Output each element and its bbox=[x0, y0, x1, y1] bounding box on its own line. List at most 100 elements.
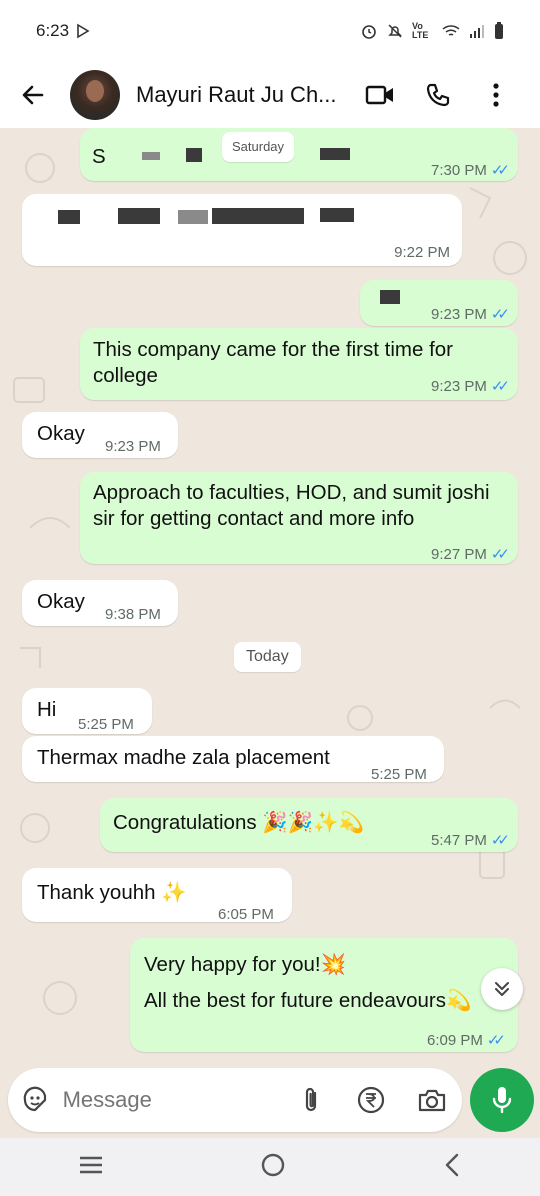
video-call-icon bbox=[365, 85, 393, 105]
redacted-block bbox=[142, 152, 160, 160]
date-pill-today: Today bbox=[234, 642, 301, 672]
message-bubble-incoming[interactable]: Thank youhh ✨ 6:05 PM bbox=[22, 868, 292, 923]
message-text: Okay bbox=[37, 590, 85, 613]
arrow-left-icon bbox=[22, 85, 44, 105]
home-button[interactable] bbox=[260, 1152, 286, 1183]
message-composer bbox=[8, 1068, 462, 1132]
camera-icon bbox=[418, 1089, 445, 1112]
message-time: 9:23 PM bbox=[430, 306, 487, 323]
read-ticks-icon: ✓✓ bbox=[490, 832, 510, 849]
redacted-block bbox=[178, 210, 208, 224]
redacted-block bbox=[320, 148, 350, 160]
message-time: 5:47 PM bbox=[430, 832, 487, 849]
status-time: 6:23 bbox=[36, 21, 70, 40]
message-time: 9:23 PM bbox=[430, 378, 487, 395]
message-meta: 6:05 PM bbox=[218, 902, 274, 928]
message-bubble-outgoing[interactable]: Approach to faculties, HOD, and sumit jo… bbox=[80, 472, 518, 564]
message-bubble-outgoing[interactable]: Congratulations 🎉🎉✨💫 5:47 PM ✓✓ bbox=[100, 798, 518, 852]
nav-back-button[interactable] bbox=[442, 1152, 462, 1183]
video-call-button[interactable] bbox=[351, 62, 409, 128]
message-text: Thermax madhe zala placement bbox=[37, 746, 330, 769]
message-meta: 9:23 PM ✓✓ bbox=[430, 302, 510, 328]
message-bubble-incoming[interactable]: Thermax madhe zala placement 5:25 PM bbox=[22, 736, 444, 783]
message-meta: 5:47 PM ✓✓ bbox=[430, 828, 510, 854]
message-bubble-incoming[interactable]: Hi 5:25 PM bbox=[22, 688, 152, 734]
message-time: 9:38 PM bbox=[105, 606, 161, 623]
system-nav-bar bbox=[0, 1138, 540, 1196]
message-bubble-outgoing[interactable]: Very happy for you!💥 All the best for fu… bbox=[130, 938, 518, 1052]
message-meta: 9:22 PM bbox=[394, 240, 450, 266]
message-meta: 7:30 PM ✓✓ bbox=[431, 158, 510, 184]
attach-button[interactable] bbox=[281, 1085, 341, 1115]
message-bubble-outgoing[interactable]: 9:23 PM ✓✓ bbox=[360, 280, 518, 326]
contact-name[interactable]: Mayuri Raut Ju Ch... bbox=[136, 82, 351, 108]
battery-icon bbox=[495, 22, 503, 39]
message-bubble-outgoing[interactable]: This company came for the first time for… bbox=[80, 328, 518, 400]
message-text-line1: Very happy for you!💥 bbox=[144, 953, 347, 976]
phone-icon bbox=[426, 83, 450, 107]
chat-area[interactable]: S Saturday 7:30 PM ✓✓ 9:22 PM 9:23 PM ✓✓ bbox=[0, 128, 540, 1068]
message-time: 6:05 PM bbox=[218, 906, 274, 923]
message-text: S bbox=[92, 145, 106, 168]
recents-button[interactable] bbox=[78, 1155, 104, 1180]
message-meta: 9:23 PM bbox=[105, 434, 161, 460]
date-pill-saturday: Saturday bbox=[222, 132, 295, 162]
redacted-block bbox=[118, 208, 160, 224]
payment-button[interactable] bbox=[341, 1086, 401, 1114]
voice-message-button[interactable] bbox=[470, 1068, 534, 1132]
status-bar: 6:23 Vo LTE bbox=[0, 0, 540, 62]
message-time: 9:23 PM bbox=[105, 438, 161, 455]
message-meta: 5:25 PM bbox=[78, 712, 134, 738]
message-text: Congratulations 🎉🎉✨💫 bbox=[113, 811, 365, 834]
message-text: Okay bbox=[37, 422, 85, 445]
message-meta: 5:25 PM bbox=[371, 762, 427, 788]
message-time: 6:09 PM bbox=[426, 1032, 483, 1049]
message-bubble-incoming[interactable]: Okay 9:38 PM bbox=[22, 580, 178, 626]
more-vert-icon bbox=[493, 83, 499, 107]
message-input[interactable] bbox=[62, 1087, 281, 1113]
message-time: 9:27 PM bbox=[430, 546, 487, 563]
signal-icon bbox=[470, 25, 484, 38]
back-button[interactable] bbox=[0, 62, 66, 128]
status-icons: Vo LTE bbox=[360, 22, 504, 40]
message-time: 5:25 PM bbox=[371, 766, 427, 783]
more-options-button[interactable] bbox=[467, 62, 525, 128]
read-ticks-icon: ✓✓ bbox=[490, 378, 510, 395]
paperclip-icon bbox=[305, 1087, 316, 1112]
home-icon bbox=[261, 1153, 285, 1176]
status-time-group: 6:23 bbox=[36, 21, 91, 41]
chevron-left-icon bbox=[445, 1153, 459, 1176]
message-bubble-outgoing[interactable]: S Saturday 7:30 PM ✓✓ bbox=[80, 128, 518, 181]
chevron-double-down-icon bbox=[495, 982, 509, 996]
redacted-block bbox=[320, 208, 354, 222]
read-ticks-icon: ✓✓ bbox=[490, 162, 510, 179]
read-ticks-icon: ✓✓ bbox=[490, 306, 510, 323]
voice-call-button[interactable] bbox=[409, 62, 467, 128]
message-text: Hi bbox=[37, 698, 57, 721]
play-store-icon bbox=[77, 23, 90, 39]
sticker-button[interactable] bbox=[8, 1086, 63, 1114]
recents-icon bbox=[80, 1156, 102, 1173]
avatar[interactable] bbox=[70, 70, 120, 120]
message-bubble-incoming[interactable]: Okay 9:23 PM bbox=[22, 412, 178, 458]
redacted-block bbox=[186, 148, 202, 162]
mute-icon bbox=[388, 24, 402, 38]
message-meta: 9:27 PM ✓✓ bbox=[430, 542, 510, 568]
message-text: Approach to faculties, HOD, and sumit jo… bbox=[93, 481, 490, 530]
redacted-block bbox=[380, 290, 400, 304]
read-ticks-icon: ✓✓ bbox=[490, 546, 510, 563]
read-ticks-icon: ✓✓ bbox=[486, 1032, 506, 1049]
alarm-icon bbox=[362, 25, 376, 39]
date-pill-label: Today bbox=[246, 648, 289, 665]
microphone-icon bbox=[492, 1087, 512, 1114]
scroll-to-bottom-button[interactable] bbox=[481, 968, 523, 1010]
redacted-block bbox=[212, 208, 304, 224]
volte-label: Vo LTE bbox=[412, 21, 429, 40]
rupee-icon bbox=[358, 1086, 385, 1114]
camera-button[interactable] bbox=[402, 1087, 462, 1113]
sticker-icon bbox=[24, 1086, 47, 1112]
message-time: 5:25 PM bbox=[78, 716, 134, 733]
message-bubble-incoming[interactable]: 9:22 PM bbox=[22, 194, 462, 266]
wifi-icon bbox=[442, 25, 460, 36]
message-time: 9:22 PM bbox=[394, 244, 450, 261]
